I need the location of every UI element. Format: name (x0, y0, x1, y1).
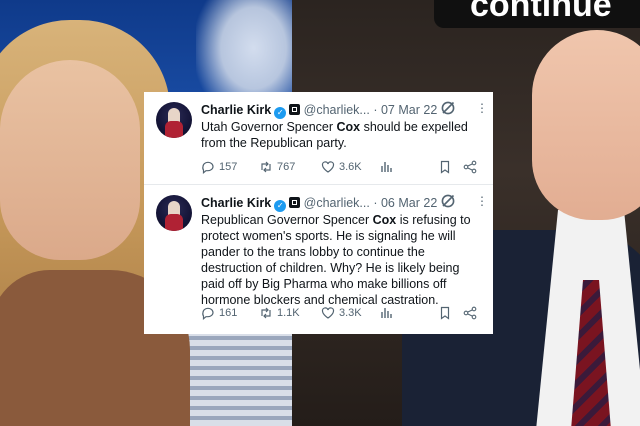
like-button[interactable]: 3.6K (321, 160, 362, 174)
verified-badge-icon: ✓ (274, 107, 287, 119)
tweet-date[interactable]: 07 Mar 22 (381, 103, 437, 117)
avatar[interactable] (156, 102, 192, 138)
author-handle[interactable]: @charliek... (304, 103, 370, 117)
reply-icon (202, 161, 214, 174)
like-count: 3.3K (339, 307, 362, 319)
speaker-head (532, 30, 640, 220)
caption-banner: continue (434, 0, 640, 28)
tweet[interactable]: Charlie Kirk ✓ @charliek... · 06 Mar 22 ⋮… (144, 185, 493, 334)
heart-icon (321, 307, 335, 319)
grok-icon[interactable] (440, 100, 456, 116)
author-name[interactable]: Charlie Kirk (201, 196, 271, 210)
tweet-text: Republican Governor Spencer Cox is refus… (201, 213, 471, 307)
like-count: 3.6K (339, 161, 362, 173)
affiliation-badge-icon[interactable] (289, 197, 301, 208)
repost-icon (261, 161, 271, 173)
tweet-date[interactable]: 06 Mar 22 (381, 196, 437, 210)
tweet-header: Charlie Kirk ✓ @charliek... · 07 Mar 22 (201, 102, 437, 119)
author-name[interactable]: Charlie Kirk (201, 103, 271, 117)
share-button[interactable] (463, 160, 477, 174)
reply-button[interactable]: 161 (201, 306, 237, 320)
reply-button[interactable]: 157 (201, 160, 237, 174)
tweet-actions: 161 1.1K 3.3K (201, 306, 481, 322)
verified-badge-icon: ✓ (274, 200, 287, 212)
reply-icon (202, 307, 214, 320)
repost-count: 1.1K (277, 307, 300, 319)
repost-button[interactable]: 767 (259, 160, 295, 174)
views-icon (381, 308, 392, 318)
grok-icon[interactable] (440, 193, 456, 209)
share-icon (463, 306, 477, 320)
tweet-actions: 157 767 3.6K (201, 160, 481, 176)
tweet-card: Charlie Kirk ✓ @charliek... · 07 Mar 22 ⋮… (144, 92, 493, 334)
separator: · (373, 196, 378, 210)
author-handle[interactable]: @charliek... (304, 196, 370, 210)
tweet-text: Utah Governor Spencer Cox should be expe… (201, 120, 468, 150)
bookmark-button[interactable] (438, 306, 452, 320)
tweet-header: Charlie Kirk ✓ @charliek... · 06 Mar 22 (201, 195, 437, 212)
like-button[interactable]: 3.3K (321, 306, 362, 320)
views-button[interactable] (379, 160, 393, 174)
more-options-icon[interactable]: ⋮ (476, 195, 488, 207)
separator: · (373, 103, 378, 117)
share-icon (463, 160, 477, 174)
more-options-icon[interactable]: ⋮ (476, 102, 488, 114)
heart-icon (321, 161, 335, 173)
avatar[interactable] (156, 195, 192, 231)
views-icon (381, 162, 392, 172)
repost-button[interactable]: 1.1K (259, 306, 300, 320)
bookmark-icon (440, 160, 450, 174)
reply-count: 157 (219, 161, 238, 173)
share-button[interactable] (463, 306, 477, 320)
bookmark-icon (440, 306, 450, 320)
tweet[interactable]: Charlie Kirk ✓ @charliek... · 07 Mar 22 ⋮… (144, 92, 493, 184)
reply-count: 161 (219, 307, 238, 319)
repost-count: 767 (277, 161, 296, 173)
repost-icon (261, 307, 271, 319)
affiliation-badge-icon[interactable] (289, 104, 301, 115)
bookmark-button[interactable] (438, 160, 452, 174)
views-button[interactable] (379, 306, 393, 320)
anchor-face (0, 60, 140, 260)
